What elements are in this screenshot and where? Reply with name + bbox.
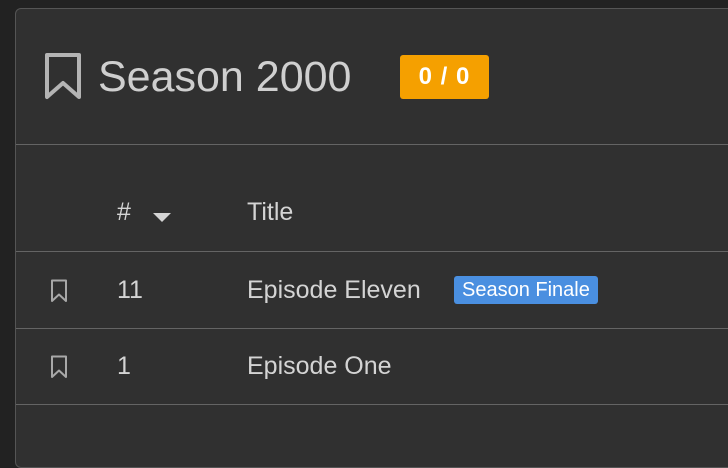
sort-descending-icon[interactable] (153, 213, 171, 222)
season-bookmark-icon[interactable] (43, 52, 83, 100)
table-header-divider (16, 251, 728, 252)
column-header-number[interactable]: # (117, 197, 131, 227)
row-divider (16, 328, 728, 329)
season-panel: Season 2000 0 / 0 # Title 11 Episode Ele… (15, 8, 728, 468)
season-header: Season 2000 0 / 0 (16, 9, 728, 145)
season-finale-tag: Season Finale (454, 276, 598, 304)
episode-title[interactable]: Episode One (247, 351, 392, 381)
episode-number: 11 (117, 276, 143, 304)
row-divider (16, 404, 728, 405)
season-title: Season 2000 (98, 53, 352, 101)
bookmark-icon[interactable] (50, 279, 68, 303)
episode-number: 1 (117, 352, 131, 380)
bookmark-icon[interactable] (50, 355, 68, 379)
header-divider (16, 144, 728, 145)
watched-count-badge: 0 / 0 (400, 55, 489, 99)
column-header-title[interactable]: Title (247, 197, 293, 227)
episode-title[interactable]: Episode Eleven (247, 275, 421, 305)
